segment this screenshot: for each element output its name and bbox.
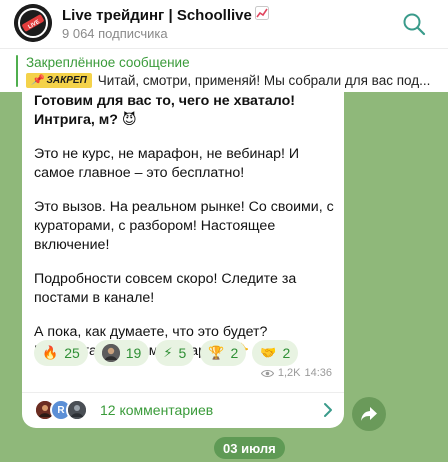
message-text: Готовим для вас то, чего не хватало! Инт… <box>34 92 334 377</box>
channel-avatar[interactable]: LIVE <box>14 4 52 42</box>
pushpin-icon: 📌 <box>31 75 44 86</box>
pinned-message[interactable]: Закреплённое сообщение 📌 ЗАКРЕП Читай, с… <box>0 48 448 92</box>
view-count: 1,2K <box>277 367 301 379</box>
share-button[interactable] <box>352 397 386 431</box>
search-icon <box>403 13 426 36</box>
pinned-tag-label: ЗАКРЕП <box>46 75 87 86</box>
comments-label: 12 комментариев <box>100 402 214 418</box>
reaction-count: 2 <box>282 345 291 361</box>
custom-avatar-reaction-icon <box>101 344 120 362</box>
fire-icon: 🔥 <box>42 345 59 360</box>
channel-title[interactable]: Live трейдинг | Schoollive <box>62 6 269 24</box>
message-meta: 1,2K 14:36 <box>260 367 332 379</box>
date-badge: 03 июля <box>214 437 285 459</box>
message-time: 14:36 <box>304 367 332 379</box>
reaction-count: 5 <box>178 345 187 361</box>
reaction-handshake[interactable]: 🤝 2 <box>252 340 299 366</box>
reaction-count: 25 <box>64 345 80 361</box>
message-paragraph: Готовим для вас то, чего не хватало! Инт… <box>34 93 295 128</box>
message-paragraph: Подробности совсем скоро! Следите за пос… <box>34 271 297 306</box>
channel-header: LIVE Live трейдинг | Schoollive 9 064 по… <box>0 0 448 48</box>
trophy-icon: 🏆 <box>208 345 225 360</box>
message-paragraph: Это не курс, не марафон, не вебинар! И с… <box>34 146 300 181</box>
handshake-icon: 🤝 <box>260 345 277 360</box>
eye-icon <box>260 369 274 377</box>
pinned-title: Закреплённое сообщение <box>26 55 190 70</box>
commenter-avatar <box>66 399 88 421</box>
message-bubble[interactable]: Готовим для вас то, чего не хватало! Инт… <box>22 92 344 428</box>
lightning-icon: ⚡ <box>163 345 173 360</box>
comments-divider <box>22 392 344 393</box>
reaction-count: 2 <box>230 345 239 361</box>
pinned-text: Читай, смотри, применяй! Мы собрали для … <box>97 73 431 88</box>
commenter-avatars: R <box>34 399 88 421</box>
forward-arrow-icon <box>361 407 377 421</box>
pinned-accent-bar <box>16 55 18 87</box>
search-button[interactable] <box>400 10 428 38</box>
reaction-trophy[interactable]: 🏆 2 <box>200 340 247 366</box>
reactions-bar: 🔥 25 19 ⚡ 5 🏆 2 🤝 2 <box>34 340 299 366</box>
subscriber-count: 9 064 подписчика <box>62 26 168 41</box>
comments-button[interactable]: R 12 комментариев <box>34 399 336 421</box>
reaction-fire[interactable]: 🔥 25 <box>34 340 88 366</box>
channel-title-text: Live трейдинг | Schoollive <box>62 6 252 24</box>
reaction-custom[interactable]: 19 <box>93 340 150 366</box>
chevron-right-icon <box>324 403 332 417</box>
reaction-count: 19 <box>125 345 142 361</box>
reaction-lightning[interactable]: ⚡ 5 <box>155 340 195 366</box>
chart-increasing-icon <box>254 6 269 24</box>
pinned-tag: 📌 ЗАКРЕП <box>26 73 92 88</box>
message-paragraph: Это вызов. На реальном рынке! Со своими,… <box>34 199 334 253</box>
